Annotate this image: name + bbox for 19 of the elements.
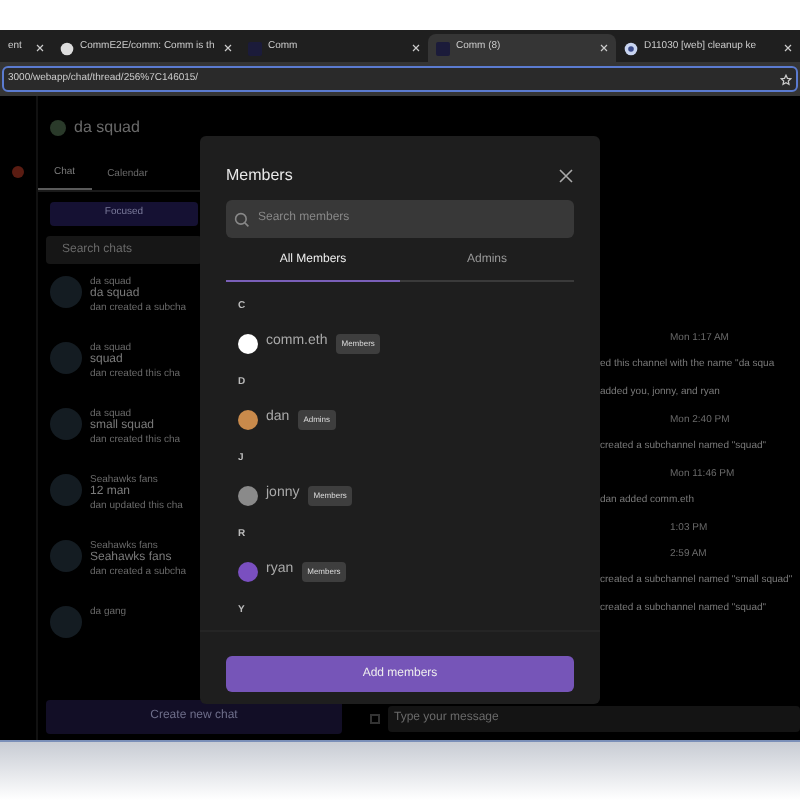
chat-avatar-icon	[50, 540, 82, 572]
dialog-title: Members	[226, 164, 293, 188]
chat-avatar-icon	[50, 606, 82, 638]
search-icon	[234, 211, 250, 227]
star-icon[interactable]	[780, 73, 792, 85]
thread-title: da squad	[74, 116, 140, 140]
chat-avatar-icon	[50, 342, 82, 374]
close-icon[interactable]	[224, 44, 232, 52]
chat-avatar-icon	[50, 474, 82, 506]
comm-icon	[248, 41, 262, 55]
close-icon[interactable]	[36, 44, 44, 52]
close-icon[interactable]	[412, 44, 420, 52]
close-icon[interactable]	[784, 44, 792, 52]
chat-avatar-icon	[50, 408, 82, 440]
chat-avatar-icon	[50, 276, 82, 308]
close-icon[interactable]	[600, 44, 608, 52]
close-icon[interactable]	[558, 168, 574, 184]
avatar-icon	[50, 120, 66, 136]
comm-icon	[436, 41, 450, 55]
